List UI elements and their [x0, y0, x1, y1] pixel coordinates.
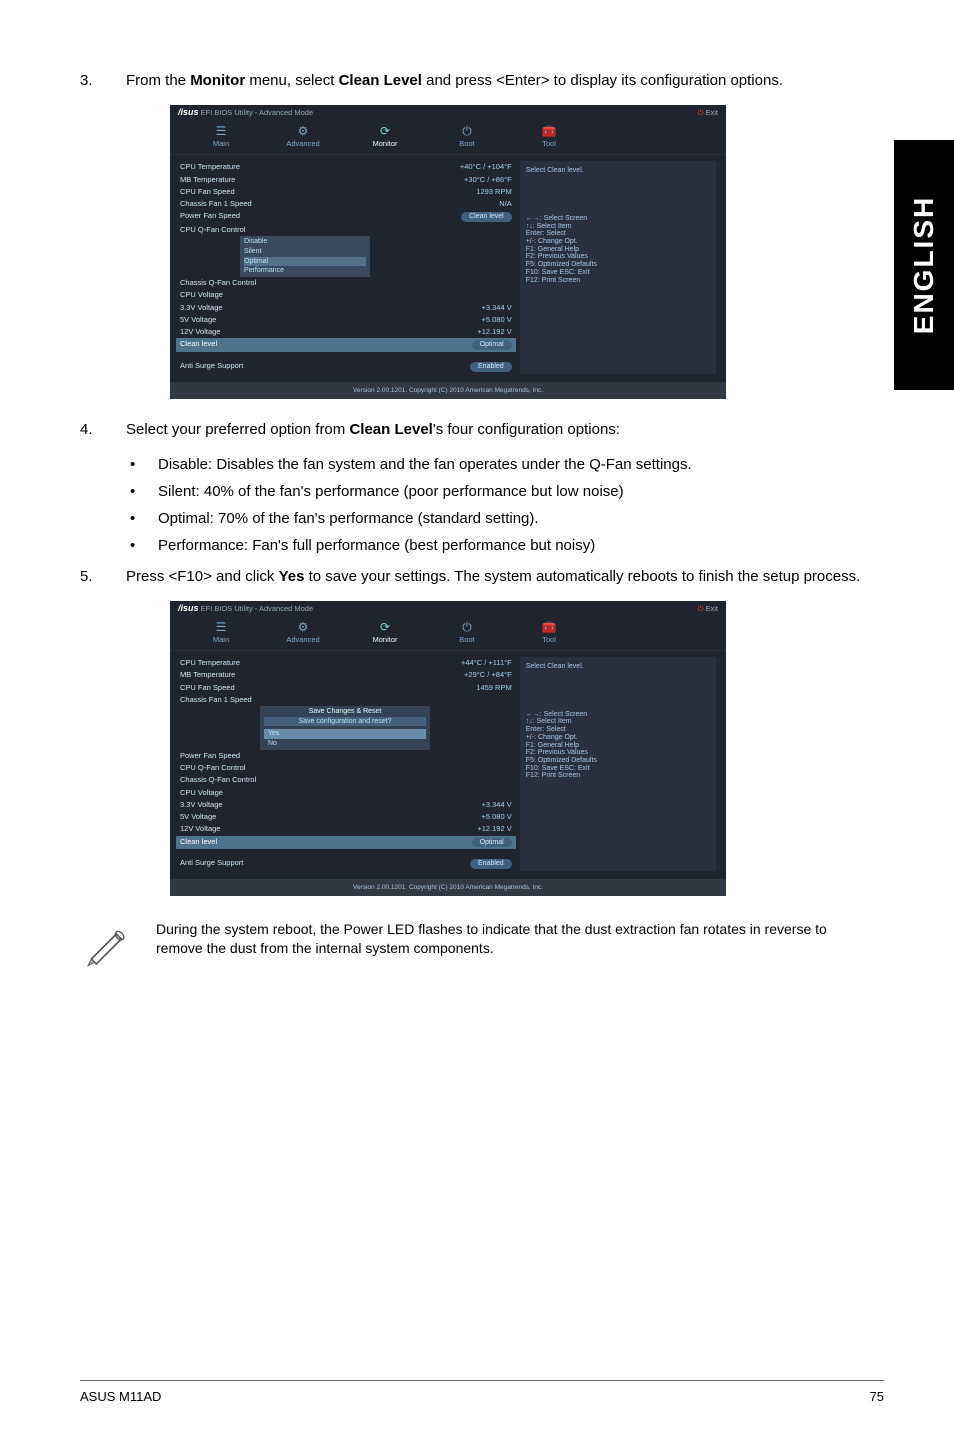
step-3: 3. From the Monitor menu, select Clean L…: [80, 70, 874, 91]
step-5: 5. Press <F10> and click Yes to save you…: [80, 566, 874, 587]
power-icon: ⏻: [426, 621, 508, 634]
note: During the system reboot, the Power LED …: [80, 916, 874, 972]
pen-note-icon: [80, 916, 136, 972]
step-text: From the Monitor menu, select Clean Leve…: [126, 70, 874, 91]
step-text: Press <F10> and click Yes to save your s…: [126, 566, 874, 587]
bios-titlebar: /isus EFI BIOS Utility - Advanced Mode ⏻…: [170, 601, 726, 617]
bios-screenshot-2: /isus EFI BIOS Utility - Advanced Mode ⏻…: [170, 601, 726, 896]
bullet: •Silent: 40% of the fan's performance (p…: [130, 481, 874, 502]
gear-icon: ⚙: [262, 125, 344, 138]
clean-level-selected-row: Clean levelOptimal: [176, 338, 516, 352]
tab-tool: 🧰Tool: [508, 125, 590, 148]
tab-main: ☰Main: [180, 125, 262, 148]
bios-screenshot-1: /isus EFI BIOS Utility - Advanced Mode ⏻…: [170, 105, 726, 399]
page-footer: ASUS M11AD 75: [80, 1380, 884, 1404]
bios-left-panel: CPU Temperature+40°C / +104°F MB Tempera…: [180, 161, 512, 373]
tool-icon: 🧰: [508, 125, 590, 138]
step-number: 4.: [80, 419, 100, 440]
bios-exit: ⏻ Exit: [697, 109, 718, 117]
step-number: 5.: [80, 566, 100, 587]
gear-icon: ⚙: [262, 621, 344, 634]
step-4: 4. Select your preferred option from Cle…: [80, 419, 874, 440]
list-icon: ☰: [180, 125, 262, 138]
tab-boot: ⏻Boot: [426, 125, 508, 148]
step-number: 3.: [80, 70, 100, 91]
dialog-no: No: [264, 739, 426, 749]
clean-level-button: Clean level: [461, 212, 512, 222]
bullet: •Optimal: 70% of the fan's performance (…: [130, 508, 874, 529]
list-icon: ☰: [180, 621, 262, 634]
footer-page-number: 75: [870, 1389, 884, 1404]
tab-advanced: ⚙Advanced: [262, 125, 344, 148]
footer-model: ASUS M11AD: [80, 1389, 161, 1404]
bios-titlebar: /isus EFI BIOS Utility - Advanced Mode ⏻…: [170, 105, 726, 121]
save-dialog: Save Changes & Reset Save configuration …: [260, 706, 430, 750]
bullet: •Disable: Disables the fan system and th…: [130, 454, 874, 475]
bios-footer: Version 2.00.1201. Copyright (C) 2010 Am…: [170, 382, 726, 399]
bullet: •Performance: Fan's full performance (be…: [130, 535, 874, 556]
tab-monitor: ⟳Monitor: [344, 125, 426, 148]
power-icon: ⏻: [426, 125, 508, 138]
tool-icon: 🧰: [508, 621, 590, 634]
language-tab: ENGLISH: [894, 140, 954, 390]
note-text: During the system reboot, the Power LED …: [156, 916, 874, 958]
bios-help-panel: Select Clean level. ←→: Select Screen ↑↓…: [520, 161, 716, 373]
monitor-icon: ⟳: [344, 125, 426, 138]
clean-level-options: Disable Silent Optimal Performance: [240, 236, 370, 277]
step-text: Select your preferred option from Clean …: [126, 419, 874, 440]
monitor-icon: ⟳: [344, 621, 426, 634]
dialog-yes: Yes: [264, 729, 426, 739]
bios-tabs: ☰Main ⚙Advanced ⟳Monitor ⏻Boot 🧰Tool: [170, 121, 726, 155]
